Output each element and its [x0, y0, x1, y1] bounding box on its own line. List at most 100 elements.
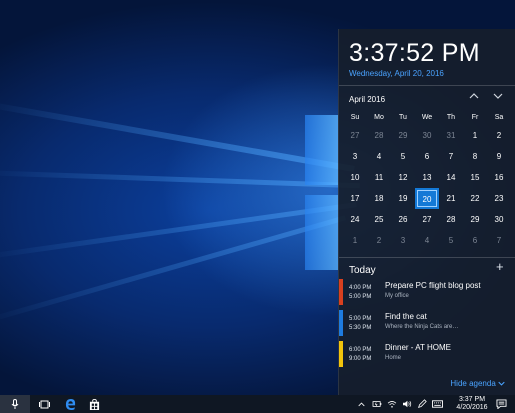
weekday-label: Th — [446, 114, 456, 121]
calendar-day[interactable]: 11 — [367, 167, 391, 188]
taskbar-time: 3:37 PM — [458, 396, 486, 403]
hide-agenda-link[interactable]: Hide agenda — [450, 379, 505, 388]
calendar-day[interactable]: 23 — [487, 188, 511, 209]
agenda-event[interactable]: 5:00 PM 5:30 PM Find the cat Where the N… — [339, 310, 515, 336]
calendar-flyout: 3:37:52 PM Wednesday, April 20, 2016 Apr… — [338, 29, 515, 395]
weekday-label: Fr — [471, 114, 479, 121]
taskbar-clock[interactable]: 3:37 PM 4/20/2016 — [455, 396, 489, 412]
calendar-day[interactable]: 6 — [415, 146, 439, 167]
calendar-day[interactable]: 13 — [415, 167, 439, 188]
calendar-day[interactable]: 30 — [415, 125, 439, 146]
calendar-day[interactable]: 2 — [487, 125, 511, 146]
flyout-clock: 3:37:52 PM — [349, 39, 480, 67]
weekday-label: Mo — [374, 114, 384, 121]
event-time: 5:00 PM 5:30 PM — [349, 316, 372, 331]
calendar-day[interactable]: 17 — [343, 188, 367, 209]
calendar-day[interactable]: 25 — [367, 209, 391, 230]
store-icon[interactable] — [84, 395, 104, 413]
chevron-up-icon[interactable] — [467, 91, 481, 105]
event-time: 4:00 PM 5:00 PM — [349, 285, 372, 300]
calendar-grid: Su Mo Tu We Th Fr Sa 27 28 29 30 31 1 2 … — [343, 111, 511, 251]
calendar-day[interactable]: 31 — [439, 125, 463, 146]
event-title: Dinner - AT HOME — [385, 343, 451, 352]
action-center-icon[interactable] — [494, 395, 508, 413]
keyboard-icon[interactable] — [430, 395, 444, 413]
divider — [339, 257, 515, 258]
event-time: 6:00 PM 9:00 PM — [349, 347, 372, 362]
flyout-date-link[interactable]: Wednesday, April 20, 2016 — [349, 69, 444, 78]
hide-agenda-label: Hide agenda — [450, 379, 496, 388]
calendar-day[interactable]: 6 — [463, 230, 487, 251]
calendar-day[interactable]: 16 — [487, 167, 511, 188]
edge-icon[interactable] — [60, 395, 80, 413]
calendar-week: 1 2 3 4 5 6 7 — [343, 230, 511, 251]
chevron-up-icon[interactable] — [355, 395, 367, 413]
calendar-week: 17 18 19 20 21 22 23 — [343, 188, 511, 209]
event-location: My office — [385, 293, 409, 299]
calendar-day[interactable]: 29 — [391, 125, 415, 146]
calendar-day[interactable]: 29 — [463, 209, 487, 230]
agenda-event[interactable]: 4:00 PM 5:00 PM Prepare PC flight blog p… — [339, 279, 515, 305]
calendar-day[interactable]: 19 — [391, 188, 415, 209]
add-event-button[interactable]: + — [496, 259, 504, 274]
calendar-day[interactable]: 5 — [391, 146, 415, 167]
taskbar-date: 4/20/2016 — [456, 404, 488, 411]
month-label[interactable]: April 2016 — [349, 95, 385, 104]
calendar-day[interactable]: 4 — [367, 146, 391, 167]
calendar-day[interactable]: 7 — [487, 230, 511, 251]
volume-icon[interactable] — [400, 395, 413, 413]
calendar-day[interactable]: 30 — [487, 209, 511, 230]
taskbar: 3:37 PM 4/20/2016 — [0, 395, 515, 413]
event-title: Find the cat — [385, 312, 427, 321]
event-color-bar — [339, 310, 343, 336]
pen-icon[interactable] — [415, 395, 428, 413]
chevron-down-icon — [498, 382, 505, 387]
calendar-day[interactable]: 14 — [439, 167, 463, 188]
agenda-event[interactable]: 6:00 PM 9:00 PM Dinner - AT HOME Home — [339, 341, 515, 367]
calendar-week: 10 11 12 13 14 15 16 — [343, 167, 511, 188]
weekday-label: Su — [350, 114, 360, 121]
calendar-week: 3 4 5 6 7 8 9 — [343, 146, 511, 167]
weekday-label: We — [421, 114, 433, 121]
calendar-day[interactable]: 27 — [415, 209, 439, 230]
calendar-day[interactable]: 3 — [391, 230, 415, 251]
calendar-day[interactable]: 26 — [391, 209, 415, 230]
wifi-icon[interactable] — [385, 395, 398, 413]
calendar-day[interactable]: 24 — [343, 209, 367, 230]
calendar-week: 24 25 26 27 28 29 30 — [343, 209, 511, 230]
calendar-day[interactable]: 22 — [463, 188, 487, 209]
calendar-week: 27 28 29 30 31 1 2 — [343, 125, 511, 146]
calendar-day[interactable]: 2 — [367, 230, 391, 251]
calendar-day[interactable]: 27 — [343, 125, 367, 146]
calendar-day[interactable]: 3 — [343, 146, 367, 167]
calendar-day[interactable]: 7 — [439, 146, 463, 167]
weekday-header: Su Mo Tu We Th Fr Sa — [343, 111, 511, 125]
calendar-day[interactable]: 18 — [367, 188, 391, 209]
weekday-label: Sa — [494, 114, 504, 121]
calendar-day[interactable]: 10 — [343, 167, 367, 188]
event-location: Where the Ninja Cats are… — [385, 324, 459, 330]
battery-icon[interactable] — [370, 395, 383, 413]
calendar-day[interactable]: 1 — [343, 230, 367, 251]
calendar-day[interactable]: 5 — [439, 230, 463, 251]
event-color-bar — [339, 279, 343, 305]
divider — [339, 85, 515, 86]
calendar-day[interactable]: 1 — [463, 125, 487, 146]
event-location: Home — [385, 355, 402, 361]
calendar-day[interactable]: 21 — [439, 188, 463, 209]
chevron-down-icon[interactable] — [491, 91, 505, 105]
calendar-day[interactable]: 4 — [415, 230, 439, 251]
calendar-day[interactable]: 28 — [439, 209, 463, 230]
calendar-day[interactable]: 8 — [463, 146, 487, 167]
calendar-day[interactable]: 12 — [391, 167, 415, 188]
calendar-day-selected[interactable]: 20 — [415, 188, 439, 209]
calendar-day[interactable]: 9 — [487, 146, 511, 167]
event-title: Prepare PC flight blog post — [385, 281, 481, 290]
weekday-label: Tu — [399, 114, 407, 121]
agenda-today-label: Today — [349, 265, 376, 276]
calendar-day[interactable]: 28 — [367, 125, 391, 146]
microphone-icon[interactable] — [0, 395, 30, 413]
task-view-icon[interactable] — [34, 395, 54, 413]
event-color-bar — [339, 341, 343, 367]
calendar-day[interactable]: 15 — [463, 167, 487, 188]
